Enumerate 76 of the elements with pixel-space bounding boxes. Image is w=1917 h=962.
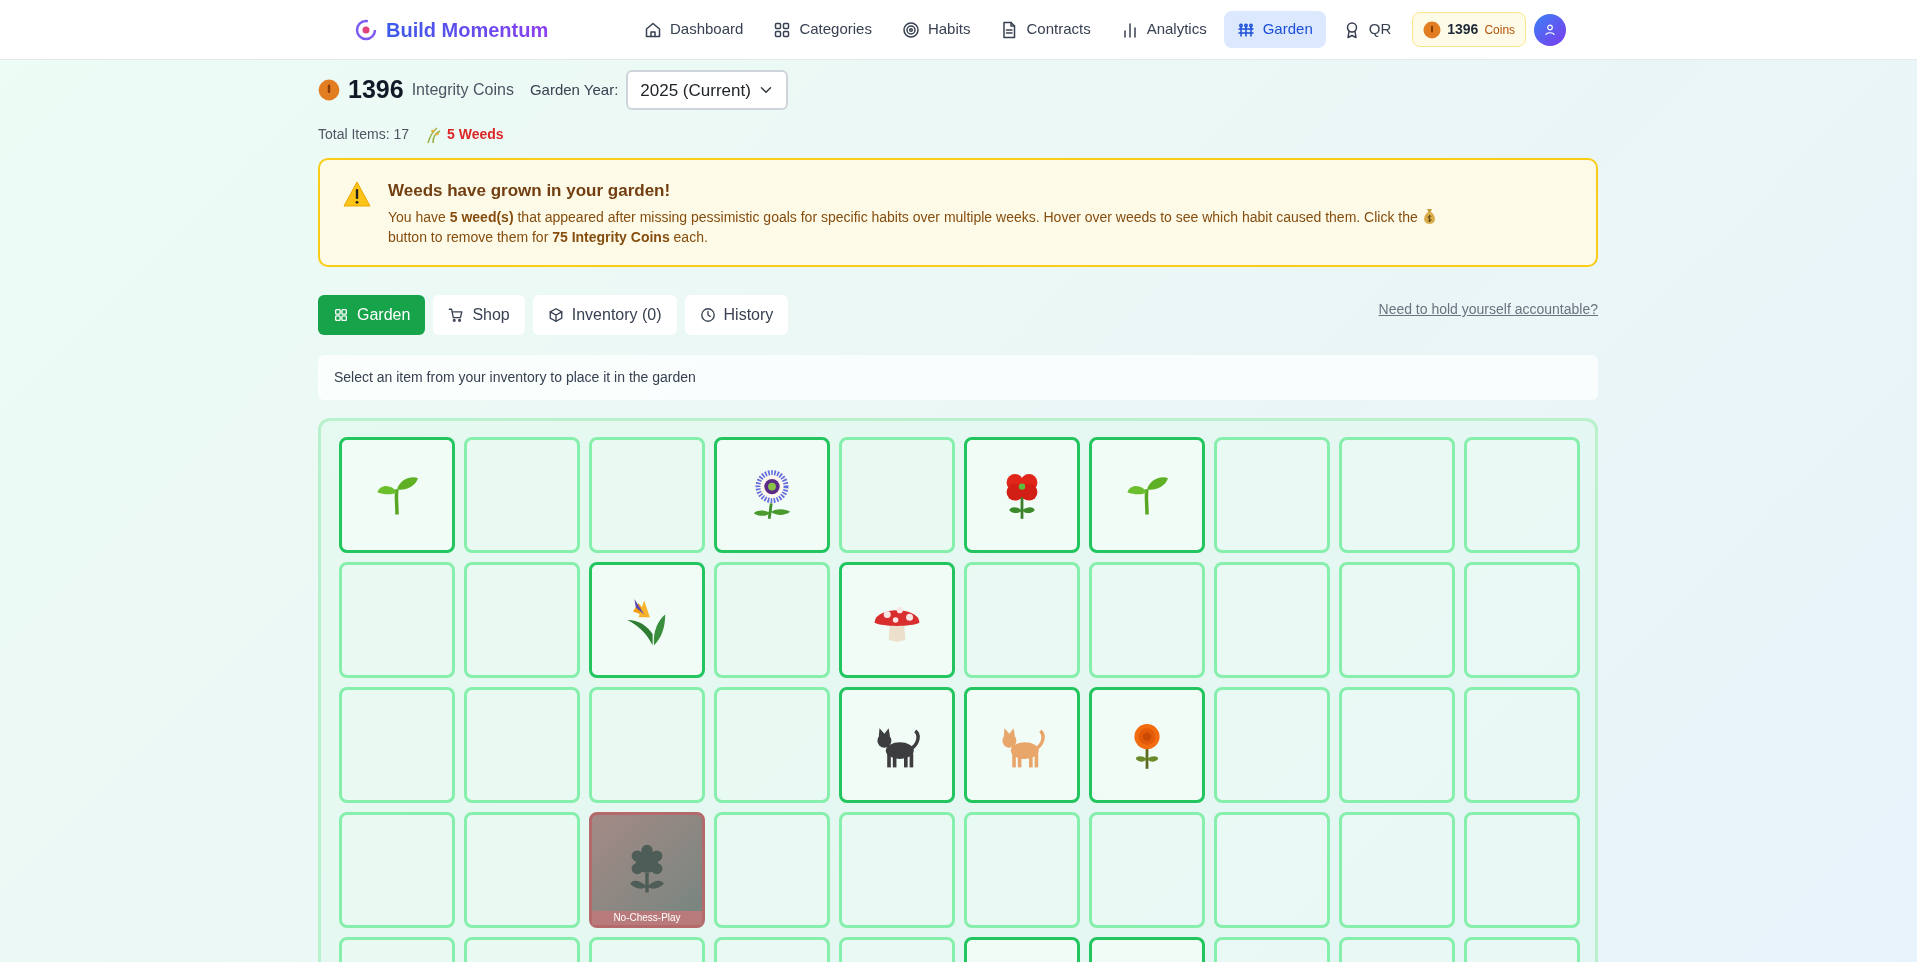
garden-cell[interactable] xyxy=(964,812,1080,929)
weeds-count: 5 Weeds xyxy=(447,125,504,144)
garden-cell[interactable] xyxy=(964,687,1080,804)
money-bag-icon xyxy=(1421,207,1437,225)
grid-icon xyxy=(773,20,792,39)
clock-icon xyxy=(699,307,716,324)
coins-amount: 1396 xyxy=(1447,20,1479,39)
coin-icon xyxy=(1423,20,1442,39)
info-message: Select an item from your inventory to place it in the garden xyxy=(318,355,1598,401)
tab[interactable]: History xyxy=(684,295,789,336)
year-select[interactable]: 2025 (Current) xyxy=(626,70,789,110)
cart-icon xyxy=(448,307,465,324)
nav-link[interactable]: Categories xyxy=(760,11,885,48)
garden-cell[interactable] xyxy=(589,562,705,679)
weed-habit-label: No-Chess-Play xyxy=(592,911,702,926)
garden-cell[interactable] xyxy=(464,687,580,804)
coins-label: Coins xyxy=(1484,21,1516,39)
garden-cell[interactable] xyxy=(714,437,830,554)
garden-cell[interactable] xyxy=(714,562,830,679)
alert-text: button to remove them for 75 Integrity Coins each. xyxy=(388,227,709,247)
garden-cell[interactable] xyxy=(1214,812,1330,929)
garden-cell[interactable] xyxy=(1339,812,1455,929)
house-icon xyxy=(644,20,662,39)
garden-cell[interactable] xyxy=(1214,562,1330,679)
garden-cell[interactable] xyxy=(464,437,580,554)
garden-cell[interactable] xyxy=(589,437,705,554)
garden-cell[interactable] xyxy=(1339,687,1455,804)
garden-cell[interactable] xyxy=(714,812,830,929)
tab[interactable]: Shop xyxy=(433,295,525,336)
garden-cell[interactable] xyxy=(589,687,705,804)
accountability-link[interactable]: Need to hold yourself accountable? xyxy=(1378,299,1598,321)
garden-cell[interactable] xyxy=(1464,562,1580,679)
garden-cell[interactable] xyxy=(1089,812,1205,929)
warning-icon xyxy=(342,180,372,208)
garden-cell[interactable] xyxy=(1089,687,1205,804)
garden-cell[interactable] xyxy=(839,437,955,554)
nav-link[interactable]: QR xyxy=(1329,11,1405,48)
total-items: Total Items: 17 xyxy=(318,125,410,144)
garden-cell[interactable] xyxy=(839,812,955,929)
garden-cell[interactable] xyxy=(714,687,830,804)
grid-icon xyxy=(333,307,349,324)
garden-cell[interactable] xyxy=(1464,687,1580,804)
nav-link[interactable]: Dashboard xyxy=(631,11,757,48)
user-avatar[interactable] xyxy=(1534,13,1567,46)
garden-cell[interactable] xyxy=(339,437,455,554)
year-label: Garden Year: xyxy=(529,79,619,100)
garden-cell[interactable] xyxy=(964,562,1080,679)
garden-cell[interactable] xyxy=(1089,562,1205,679)
garden-cell[interactable] xyxy=(1464,812,1580,929)
nav-link[interactable]: Habits xyxy=(888,11,984,48)
garden-cell[interactable] xyxy=(464,812,580,929)
nav-link[interactable]: Analytics xyxy=(1107,11,1220,48)
tab[interactable]: Inventory (0) xyxy=(532,295,677,336)
garden-cell[interactable] xyxy=(1464,437,1580,554)
garden-cell[interactable] xyxy=(464,562,580,679)
box-icon xyxy=(547,307,564,324)
logo-icon xyxy=(354,17,378,42)
garden-cell[interactable] xyxy=(1089,437,1205,554)
garden-cell[interactable] xyxy=(339,687,455,804)
garden-cell[interactable] xyxy=(964,437,1080,554)
garden-cell[interactable] xyxy=(839,687,955,804)
nav-link[interactable]: Garden xyxy=(1223,11,1326,48)
garden-cell[interactable] xyxy=(1339,437,1455,554)
coin-icon xyxy=(318,79,340,101)
alert-text: You have 5 weed(s) that appeared after missing pessimistic goals for specific habits over multiple weeks. Hover over weeds to see which habit caused them. Click the xyxy=(388,208,1418,225)
coins-amount: 1396 xyxy=(348,74,404,106)
garden-cell[interactable] xyxy=(839,562,955,679)
garden-cell[interactable] xyxy=(1214,437,1330,554)
garden-cell[interactable] xyxy=(1339,562,1455,679)
garden-cell[interactable] xyxy=(1214,687,1330,804)
coins-label: Integrity Coins xyxy=(411,80,514,100)
garden-cell[interactable] xyxy=(339,562,455,679)
garden-cell[interactable] xyxy=(339,812,455,929)
nav-link[interactable]: Contracts xyxy=(987,11,1104,48)
alert-title: Weeds have grown in your garden! xyxy=(388,180,672,202)
target-icon xyxy=(901,20,920,39)
